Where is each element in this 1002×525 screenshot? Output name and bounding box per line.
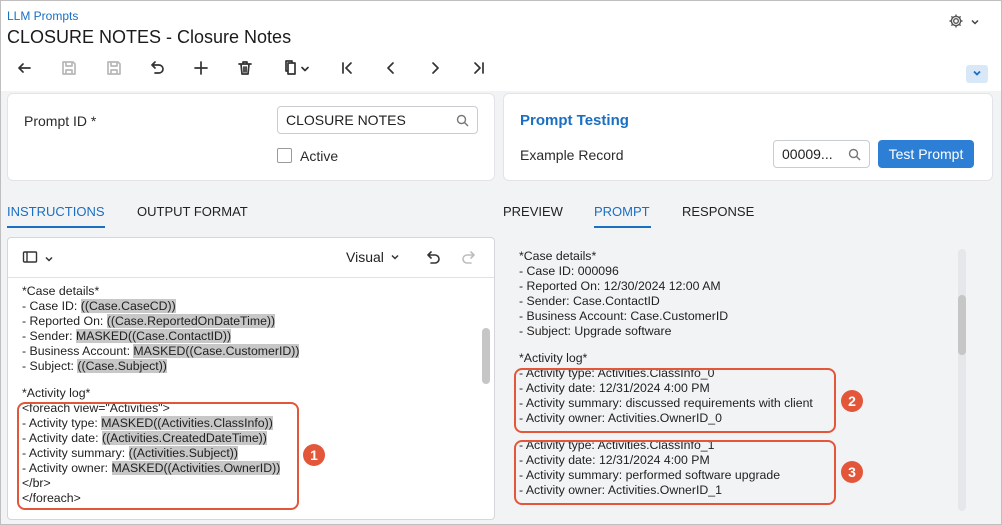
chevron-down-icon bbox=[390, 249, 400, 265]
active-label: Active bbox=[300, 148, 339, 164]
editor-text: *Activity log* bbox=[22, 386, 91, 400]
editor-line: - Sender: MASKED((Case.ContactID)) bbox=[22, 329, 482, 344]
editor-text: - Sender: bbox=[22, 329, 76, 343]
editor-scrollbar[interactable] bbox=[482, 328, 490, 384]
prompt-line: *Activity log* bbox=[519, 351, 588, 365]
editor-line: - Case ID: ((Case.CaseCD)) bbox=[22, 299, 482, 314]
chevron-down-icon bbox=[44, 251, 54, 269]
last-icon bbox=[470, 59, 488, 82]
editor-redo-button[interactable] bbox=[460, 249, 478, 272]
add-button[interactable] bbox=[186, 57, 216, 83]
delete-button[interactable] bbox=[230, 57, 260, 83]
prompt-line: - Case ID: 000096 bbox=[519, 264, 619, 278]
chevron-down-icon bbox=[972, 65, 982, 83]
search-icon bbox=[848, 148, 861, 164]
callout-badge-3: 3 bbox=[841, 461, 863, 483]
example-record-value: 00009... bbox=[782, 146, 833, 162]
panel-icon bbox=[22, 250, 38, 269]
callout-badge-1: 1 bbox=[303, 444, 325, 466]
settings-menu[interactable] bbox=[948, 13, 988, 33]
prompt-scrollbar-track[interactable] bbox=[958, 249, 966, 511]
copy-paste-button[interactable] bbox=[275, 57, 317, 83]
prompt-id-value: CLOSURE NOTES bbox=[286, 112, 406, 128]
save-icon bbox=[105, 59, 123, 82]
prompt-id-field[interactable]: CLOSURE NOTES bbox=[277, 106, 478, 134]
editor-toolbar: Visual bbox=[8, 238, 494, 278]
prompt-id-label: Prompt ID * bbox=[24, 113, 97, 129]
tab-response[interactable]: RESPONSE bbox=[682, 204, 754, 228]
test-prompt-button[interactable]: Test Prompt bbox=[878, 140, 974, 168]
undo-icon bbox=[148, 59, 166, 82]
previous-icon bbox=[382, 59, 400, 82]
tab-preview[interactable]: PREVIEW bbox=[503, 204, 563, 228]
callout-box-3 bbox=[514, 440, 836, 505]
editor-line: *Activity log* bbox=[22, 386, 482, 401]
window: LLM Prompts CLOSURE NOTES - Closure Note… bbox=[0, 0, 1002, 525]
editor-text: *Case details* bbox=[22, 284, 100, 298]
next-record-button[interactable] bbox=[420, 57, 450, 83]
summary-card: Prompt ID * CLOSURE NOTES Active bbox=[7, 93, 495, 181]
tab-output-format[interactable]: OUTPUT FORMAT bbox=[137, 204, 248, 228]
collapse-header-button[interactable] bbox=[966, 65, 988, 83]
editor-line: - Subject: ((Case.Subject)) bbox=[22, 359, 482, 374]
prompt-line: - Business Account: Case.CustomerID bbox=[519, 309, 729, 323]
field-token: MASKED((Case.CustomerID)) bbox=[133, 344, 300, 358]
next-icon bbox=[426, 59, 444, 82]
prompt-line bbox=[519, 339, 813, 351]
example-record-label: Example Record bbox=[520, 147, 624, 163]
breadcrumb[interactable]: LLM Prompts bbox=[7, 9, 78, 23]
callout-badge-2: 2 bbox=[841, 390, 863, 412]
editor-undo-button[interactable] bbox=[424, 249, 442, 272]
first-icon bbox=[338, 59, 356, 82]
previous-record-button[interactable] bbox=[376, 57, 406, 83]
callout-box-1 bbox=[17, 402, 299, 510]
field-token: ((Case.ReportedOnDateTime)) bbox=[106, 314, 276, 328]
tab-instructions[interactable]: INSTRUCTIONS bbox=[7, 204, 105, 228]
view-mode-label: Visual bbox=[346, 249, 384, 265]
undo-button[interactable] bbox=[142, 57, 172, 83]
prompt-testing-card: Prompt Testing Example Record 00009... T… bbox=[503, 93, 993, 181]
first-record-button[interactable] bbox=[332, 57, 362, 83]
chevron-down-icon bbox=[970, 14, 980, 32]
prompt-testing-title: Prompt Testing bbox=[520, 112, 629, 129]
field-token: ((Case.Subject)) bbox=[77, 359, 167, 373]
back-icon bbox=[15, 59, 33, 82]
editor-text: - Reported On: bbox=[22, 314, 107, 328]
prompt-line: - Sender: Case.ContactID bbox=[519, 294, 660, 308]
editor-line: - Reported On: ((Case.ReportedOnDateTime… bbox=[22, 314, 482, 329]
undo-icon bbox=[424, 251, 442, 271]
prompt-line: - Subject: Upgrade software bbox=[519, 324, 672, 338]
tab-prompt[interactable]: PROMPT bbox=[594, 204, 651, 228]
copy-paste-icon bbox=[282, 59, 300, 82]
page-title: CLOSURE NOTES - Closure Notes bbox=[7, 27, 292, 47]
add-icon bbox=[192, 59, 210, 82]
editor-text: - Case ID: bbox=[22, 299, 81, 313]
delete-icon bbox=[236, 59, 254, 82]
prompt-scrollbar[interactable] bbox=[958, 295, 966, 355]
active-checkbox[interactable] bbox=[277, 148, 292, 163]
back-button[interactable] bbox=[9, 57, 39, 83]
field-token: ((Case.CaseCD)) bbox=[80, 299, 176, 313]
example-record-field[interactable]: 00009... bbox=[773, 140, 870, 168]
field-token: MASKED((Case.ContactID)) bbox=[76, 329, 232, 343]
editor-text: - Subject: bbox=[22, 359, 78, 373]
redo-icon bbox=[460, 251, 478, 271]
prompt-line: - Reported On: 12/30/2024 12:00 AM bbox=[519, 279, 721, 293]
layout-toggle-button[interactable] bbox=[22, 250, 54, 269]
last-record-button[interactable] bbox=[464, 57, 494, 83]
chevron-down-icon bbox=[300, 61, 310, 79]
callout-box-2 bbox=[514, 368, 836, 433]
save-close-icon bbox=[60, 59, 78, 82]
editor-line: - Business Account: MASKED((Case.Custome… bbox=[22, 344, 482, 359]
search-icon bbox=[456, 114, 469, 130]
page-header: LLM Prompts CLOSURE NOTES - Closure Note… bbox=[1, 1, 1001, 91]
editor-line: *Case details* bbox=[22, 284, 482, 299]
save-button[interactable] bbox=[99, 57, 129, 83]
save-close-button[interactable] bbox=[54, 57, 84, 83]
view-mode-select[interactable]: Visual bbox=[346, 249, 400, 265]
gear-icon bbox=[948, 13, 964, 34]
prompt-line: *Case details* bbox=[519, 249, 597, 263]
editor-text: - Business Account: bbox=[22, 344, 134, 358]
